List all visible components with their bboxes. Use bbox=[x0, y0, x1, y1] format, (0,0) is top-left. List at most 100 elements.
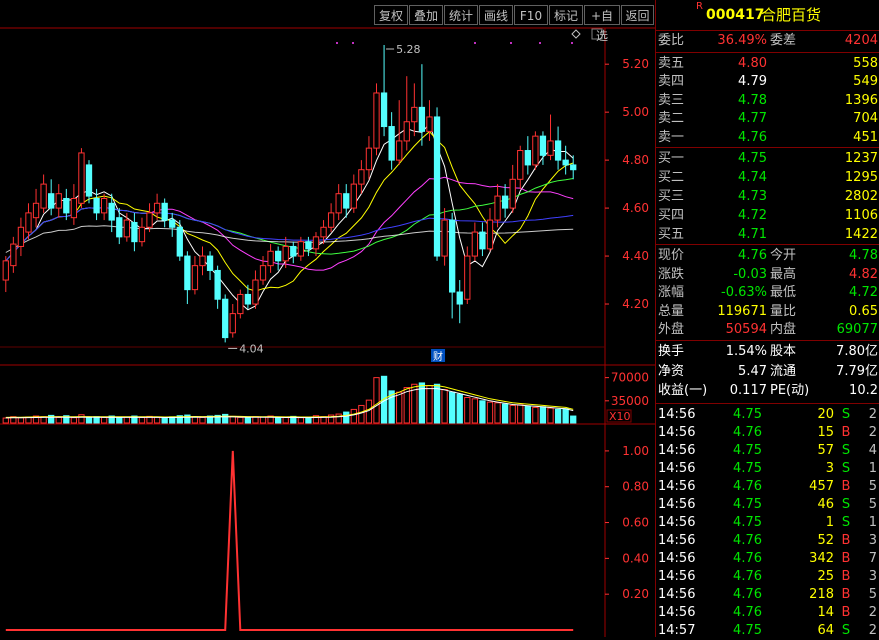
fundamental-label: PE(动) bbox=[770, 383, 810, 398]
candle bbox=[176, 220, 183, 261]
divider bbox=[656, 52, 879, 53]
candle-body bbox=[85, 164, 93, 197]
fundamental-value: 7.80亿 bbox=[836, 344, 878, 359]
candle bbox=[161, 198, 168, 228]
tick-price: 4.76 bbox=[733, 533, 762, 548]
tick-row[interactable]: 14:56 4.76 25 B 3 bbox=[656, 568, 879, 586]
candle-body bbox=[380, 92, 388, 128]
quote-value: 4.78 bbox=[849, 248, 878, 263]
toolbar-button-biaoji[interactable]: 标记 bbox=[549, 5, 583, 25]
candle-body bbox=[267, 250, 274, 267]
volume-bar bbox=[441, 389, 448, 424]
tick-count: 7 bbox=[868, 551, 877, 566]
candle-body bbox=[252, 279, 259, 305]
diamond-icon bbox=[571, 29, 581, 39]
candle-body bbox=[191, 265, 199, 291]
price-tick-label: 4.20 bbox=[622, 297, 649, 311]
toolbar-button-add-watchlist[interactable]: +自选 bbox=[584, 5, 620, 43]
rong-badge: R bbox=[696, 1, 703, 12]
candle bbox=[441, 208, 448, 266]
candle bbox=[48, 179, 55, 216]
fundamental-label: 换手 bbox=[658, 344, 685, 359]
tick-row[interactable]: 14:56 4.75 57 S 4 bbox=[656, 442, 879, 460]
divider bbox=[656, 30, 879, 31]
tick-row[interactable]: 14:56 4.76 52 B 3 bbox=[656, 532, 879, 550]
bid-row: 买三 4.73 2802 bbox=[656, 188, 879, 206]
tick-count: 2 bbox=[868, 605, 877, 620]
candle-body bbox=[464, 255, 471, 300]
quote-value: 50594 bbox=[725, 322, 767, 338]
tick-time: 14:56 bbox=[658, 443, 696, 458]
volume-bar bbox=[237, 416, 244, 424]
bid-price: 4.73 bbox=[738, 189, 767, 204]
candle-body bbox=[282, 245, 289, 262]
volume-bar bbox=[479, 400, 486, 424]
candle bbox=[267, 244, 274, 273]
candle bbox=[199, 246, 206, 276]
ask-label: 卖三 bbox=[658, 92, 685, 108]
stock-header: R 000417 合肥百货 bbox=[656, 0, 879, 30]
tick-time: 14:56 bbox=[658, 461, 696, 476]
tick-row[interactable]: 14:56 4.76 15 B 2 bbox=[656, 424, 879, 442]
quote-row: 现价 4.76 今开 4.78 bbox=[656, 247, 879, 265]
tick-row[interactable]: 14:56 4.76 342 B 7 bbox=[656, 550, 879, 568]
candle bbox=[388, 112, 395, 170]
kline-chart-svg[interactable]: 5.20 5.00 4.80 4.60 4.40 4.20 5.28 4.04 财 70000 35… bbox=[0, 0, 655, 637]
event-badge: 财 bbox=[433, 350, 443, 363]
bid-price: 4.71 bbox=[738, 227, 767, 242]
tick-row[interactable]: 14:56 4.76 14 B 2 bbox=[656, 604, 879, 622]
toolbar-button-tongji[interactable]: 统计 bbox=[444, 5, 478, 25]
tick-row[interactable]: 14:56 4.76 218 B 5 bbox=[656, 586, 879, 604]
candle-body bbox=[244, 293, 252, 305]
candle-body bbox=[433, 116, 441, 257]
quote-value: 4.76 bbox=[738, 248, 767, 263]
tick-volume: 46 bbox=[817, 497, 834, 512]
tick-row[interactable]: 14:56 4.75 20 S 2 bbox=[656, 406, 879, 424]
tick-row[interactable]: 14:56 4.76 457 B 5 bbox=[656, 478, 879, 496]
toolbar-button-huaxian[interactable]: 画线 bbox=[479, 5, 513, 25]
toolbar-button-fuquan[interactable]: 复权 bbox=[374, 5, 408, 25]
volume-bar bbox=[138, 417, 146, 424]
fundamental-row: 收益(一) 0.117 PE(动) 10.2 bbox=[656, 382, 879, 400]
candle-body bbox=[320, 226, 327, 238]
ask-price: 4.78 bbox=[738, 92, 767, 108]
candle bbox=[411, 83, 418, 137]
toolbar-button-back[interactable]: 返回 bbox=[621, 5, 654, 25]
bid-price: 4.75 bbox=[738, 151, 767, 166]
kline-chart-area[interactable]: 5.20 5.00 4.80 4.60 4.40 4.20 5.28 4.04 财 70000 35… bbox=[0, 0, 655, 637]
toolbar-button-diejia[interactable]: 叠加 bbox=[409, 5, 443, 25]
tick-price: 4.75 bbox=[733, 515, 762, 530]
tick-time: 14:56 bbox=[658, 497, 696, 512]
bid-price: 4.72 bbox=[738, 208, 767, 223]
ask-volume: 549 bbox=[853, 74, 878, 90]
quote-value: -0.63% bbox=[721, 285, 767, 301]
tick-volume: 342 bbox=[809, 551, 834, 566]
quote-value: 0.65 bbox=[849, 303, 878, 319]
candle-body bbox=[501, 195, 509, 209]
candle bbox=[138, 217, 146, 247]
volume-bar bbox=[517, 404, 524, 424]
signal-marker bbox=[474, 42, 476, 44]
toolbar: 复权 叠加 统计 画线 F10 标记 +自选 返回 bbox=[0, 0, 655, 43]
toolbar-button-f10[interactable]: F10 bbox=[514, 5, 548, 25]
volume-bar bbox=[464, 397, 471, 424]
candle-body bbox=[305, 241, 312, 250]
tick-row[interactable]: 14:57 4.75 64 S 2 bbox=[656, 622, 879, 640]
candle bbox=[562, 145, 569, 175]
tick-count: 1 bbox=[868, 515, 877, 530]
tick-row[interactable]: 14:56 4.75 46 S 5 bbox=[656, 496, 879, 514]
tick-row[interactable]: 14:56 4.75 1 S 1 bbox=[656, 514, 879, 532]
volume-unit: X10 bbox=[609, 410, 631, 423]
bid-row: 买四 4.72 1106 bbox=[656, 207, 879, 225]
tick-volume: 57 bbox=[817, 443, 834, 458]
candle-body bbox=[229, 313, 236, 334]
tick-row[interactable]: 14:56 4.75 3 S 1 bbox=[656, 460, 879, 478]
candle-body bbox=[350, 183, 357, 209]
tick-volume: 25 bbox=[817, 569, 834, 584]
signal-marker bbox=[539, 42, 541, 44]
tick-time: 14:56 bbox=[658, 605, 696, 620]
tick-time: 14:57 bbox=[658, 623, 696, 638]
candle bbox=[524, 136, 531, 175]
candle bbox=[2, 256, 9, 293]
ma-line-10 bbox=[5, 130, 574, 292]
